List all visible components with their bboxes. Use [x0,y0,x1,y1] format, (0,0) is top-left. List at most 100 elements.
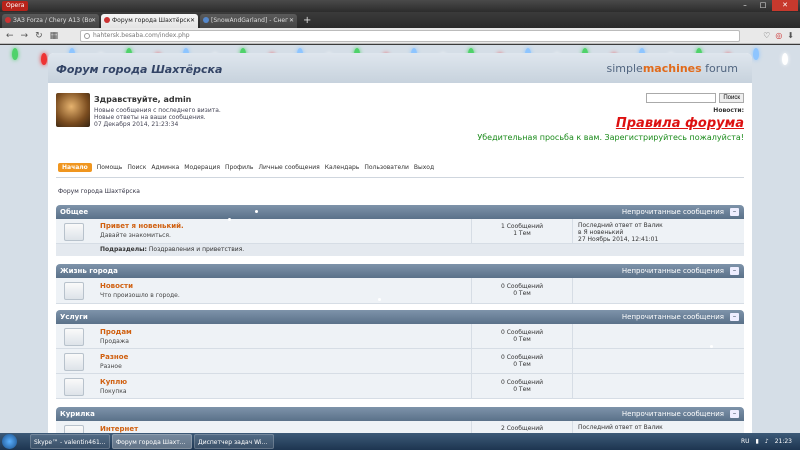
collapse-icon[interactable]: – [730,267,739,275]
globe-icon [84,33,90,39]
unread-link[interactable]: Непрочитанные сообщения [622,267,724,275]
address-bar[interactable]: hahtersk.besaba.com/index.php [80,30,740,42]
last-post-topic[interactable]: в Я новенький [578,229,663,236]
tab-forum[interactable]: Форум города Шахтёрск ✕ [101,14,198,28]
board-title[interactable]: Разное [100,353,128,361]
taskbar: Skype™ - valentin461... Форум города Шах… [0,433,800,450]
menu-help[interactable]: Помощь [97,164,123,171]
board-title[interactable]: Продам [100,328,132,336]
post-count: 0 Сообщений [500,354,544,361]
board-icon [64,425,84,433]
system-tray: RU ▮ ♪ 21:23 [741,435,792,448]
start-button[interactable] [2,434,17,449]
subboard-link[interactable]: Поздравления и приветствия. [149,246,244,253]
board-title[interactable]: Интернет [100,425,138,433]
volume-icon[interactable]: ♪ [765,435,769,448]
board-row: Продам Продажа 0 Сообщений 0 Тем [56,324,744,349]
search-input[interactable] [646,93,717,103]
menu-moderation[interactable]: Модерация [184,164,220,171]
new-replies-link[interactable]: Новые ответы на ваши сообщения. [94,114,206,121]
brand-suffix: forum [701,62,738,75]
smf-logo: simplemachines forum [607,62,738,75]
new-tab-button[interactable]: + [299,14,315,28]
taskbar-skype[interactable]: Skype™ - valentin461... [30,434,110,449]
toolbar-icons: ♡ ◎ ⬇ [763,30,794,42]
board-description: Продажа [100,338,129,345]
category-name[interactable]: Курилка [60,410,95,418]
language-indicator[interactable]: RU [741,435,750,448]
tab-close-icon[interactable]: ✕ [91,14,96,28]
tab-snow-garland[interactable]: [SnowAndGarland] - Снег ✕ [200,14,297,28]
board-title[interactable]: Привет я новенький. [100,222,184,230]
rules-link[interactable]: Правила форума [616,116,744,131]
minimize-icon[interactable]: – [736,0,754,11]
network-icon[interactable]: ▮ [756,435,759,448]
opera-turbo-icon[interactable]: ◎ [775,30,782,42]
title-bar: Opera – □ ✕ [0,0,800,12]
forum-title[interactable]: Форум города Шахтёрска [56,63,222,76]
menu-admin[interactable]: Админка [151,164,179,171]
last-post-date: 27 Ноябрь 2014, 12:41:01 [578,236,659,243]
main-menu: Начало Помощь Поиск Админка Модерация Пр… [58,163,434,172]
tab-close-icon[interactable]: ✕ [190,14,195,28]
menu-logout[interactable]: Выход [414,164,434,171]
unread-link[interactable]: Непрочитанные сообщения [622,410,724,418]
board-icon [64,282,84,300]
collapse-icon[interactable]: – [730,208,739,216]
taskbar-opera[interactable]: Форум города Шахт... [112,434,192,449]
opera-menu-button[interactable]: Opera [2,1,29,11]
category-name[interactable]: Жизнь города [60,267,118,275]
reload-icon[interactable]: ↻ [35,30,43,42]
tab-zaz-forza[interactable]: ЗАЗ Forza / Chery A13 (Bo ✕ [2,14,99,28]
category-name[interactable]: Общее [60,208,88,216]
speed-dial-icon[interactable]: ▦ [50,30,59,42]
last-post-author[interactable]: Последний ответ от Валик [578,222,663,229]
collapse-icon[interactable]: – [730,410,739,418]
board-row: Разное Разное 0 Сообщений 0 Тем [56,349,744,374]
close-icon[interactable]: ✕ [772,0,798,11]
menu-messages[interactable]: Личные сообщения [258,164,319,171]
taskbar-task-manager[interactable]: Диспетчер задач Wi... [194,434,274,449]
greeting: Здравствуйте, admin [94,95,192,104]
snowflake [112,131,115,134]
last-post-author[interactable]: Последний ответ от Валик [578,424,663,431]
category-header: Услуги Непрочитанные сообщения – [56,310,744,324]
breadcrumb[interactable]: Форум города Шахтёрска [58,188,140,195]
navigation-bar: ← → ↻ ▦ hahtersk.besaba.com/index.php ♡ … [0,28,800,44]
window-controls: – □ ✕ [736,0,798,11]
board-icon [64,378,84,396]
post-count: 0 Сообщений [500,283,544,290]
page-viewport[interactable]: Форум города Шахтёрска simplemachines fo… [0,45,800,433]
news-label: Новости: [713,107,744,114]
post-count: 2 Сообщений [500,425,544,432]
board-title[interactable]: Новости [100,282,133,290]
subboards-row: Подразделы: Поздравления и приветствия. [56,244,744,256]
bookmark-icon[interactable]: ♡ [763,30,770,42]
menu-users[interactable]: Пользователи [364,164,409,171]
category-name[interactable]: Услуги [60,313,88,321]
forward-icon[interactable]: → [21,30,29,42]
menu-home[interactable]: Начало [58,163,92,172]
download-icon[interactable]: ⬇ [787,30,794,42]
tab-label: [SnowAndGarland] - Снег [211,17,289,24]
tab-label: ЗАЗ Forza / Chery A13 (Bo [13,17,93,24]
post-count: 0 Сообщений [500,329,544,336]
board-title[interactable]: Куплю [100,378,127,386]
search-button[interactable]: Поиск [719,93,744,103]
menu-search[interactable]: Поиск [127,164,146,171]
menu-calendar[interactable]: Календарь [325,164,360,171]
menu-divider [56,177,744,178]
collapse-icon[interactable]: – [730,313,739,321]
board-stats: 2 Сообщений [471,421,573,433]
back-icon[interactable]: ← [6,30,14,42]
tab-close-icon[interactable]: ✕ [289,14,294,28]
maximize-icon[interactable]: □ [754,0,772,11]
user-box: Здравствуйте, admin Новые сообщения с по… [56,93,456,153]
board-description: Разное [100,363,122,370]
clock[interactable]: 21:23 [775,435,792,448]
board-stats: 0 Сообщений 0 Тем [471,349,573,374]
unread-link[interactable]: Непрочитанные сообщения [622,208,724,216]
new-posts-link[interactable]: Новые сообщения с последнего визита. [94,107,221,114]
menu-profile[interactable]: Профиль [225,164,253,171]
unread-link[interactable]: Непрочитанные сообщения [622,313,724,321]
